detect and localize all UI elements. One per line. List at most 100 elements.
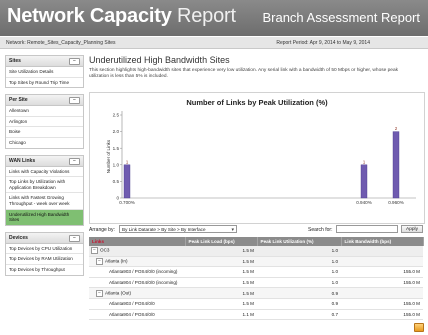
report-title-light: Report [177, 5, 236, 27]
table-cell: Atlanta903 / POS4/0/0 (incoming) [89, 266, 185, 278]
table-cell: 1.0 [257, 256, 341, 268]
y-tick-label: 2.5 [113, 113, 120, 118]
sidebar-item[interactable]: Top Devices by CPU Utilization [6, 244, 83, 255]
table-cell [341, 287, 423, 299]
table-row[interactable]: Atlanta903 / POS4/0/0 (incoming) 1.5 M 1.0… [89, 266, 423, 278]
sidebar-item[interactable]: Top Links by Utilization with Applicatio… [6, 177, 83, 194]
table-cell [341, 256, 423, 268]
x-tick-label: 0.700% [119, 200, 135, 205]
collapse-icon[interactable]: − [69, 157, 80, 165]
report-period: Report Period: Apr 9, 2014 to May 9, 201… [276, 40, 370, 46]
table-cell: 1.5 M [185, 298, 257, 310]
sidebar-section: Devices − Top Devices by CPU Utilization To… [5, 231, 84, 276]
column-header[interactable]: Peak Link Load (bps) [185, 237, 258, 246]
data-label: 1 [363, 159, 366, 164]
table-header-row: Links Peak Link Load (bps) Peak Link Utili… [89, 237, 424, 246]
links-table: Links Peak Link Load (bps) Peak Link Utili… [89, 237, 424, 321]
table-cell: − Atlanta (Out) [89, 287, 185, 299]
group-row[interactable]: − Atlanta (Out) 1.5 M 0.9 [89, 287, 423, 299]
report-frame: Network Capacity Report Branch Assessmen… [0, 0, 428, 335]
sidebar-item[interactable]: Links with Capacity Violations [6, 167, 83, 178]
arrange-select-value: By Link Datarate > By Site > By Interfac… [122, 227, 206, 232]
x-tick-label: 0.960% [388, 200, 404, 205]
table-cell: Atlanta904 / POS4/0/0 (incoming) [89, 277, 185, 289]
table-row[interactable]: Atlanta903 / POS4/0/0 1.5 M 0.9 155.0 M [89, 298, 423, 310]
sidebar-section-header[interactable]: Sites − [6, 56, 83, 67]
table-row[interactable]: Atlanta904 / POS4/0/0 (incoming) 1.5 M 1.0… [89, 277, 423, 289]
link-name: Atlanta904 / POS4/0/0 (incoming) [109, 280, 178, 286]
sidebar-section-header[interactable]: WAN Links − [6, 155, 83, 167]
table-cell: 155.0 M [341, 266, 423, 278]
column-header[interactable]: Links [89, 237, 186, 246]
sidebar-section-header[interactable]: Devices − [6, 232, 83, 244]
sidebar-item[interactable]: Underutilized High Bandwidth Sites [6, 209, 83, 225]
sidebar-item[interactable]: Boise [6, 127, 83, 138]
sidebar-item[interactable]: Top Devices by RAM Utilization [6, 254, 83, 265]
column-header[interactable]: Peak Link Utilization (%) [257, 237, 342, 246]
network-breadcrumb: Network: Remote_Sites_Capacity_Planning … [6, 40, 116, 46]
search-label: Search for: [308, 227, 333, 233]
report-subtitle: Branch Assessment Report [262, 10, 420, 25]
sidebar-section-title: WAN Links [9, 157, 36, 164]
table-cell: 1.5 M [185, 266, 257, 278]
data-label: 2 [395, 126, 398, 131]
table-controls: Arrange by: By Link Datarate > By Site >… [89, 225, 425, 235]
report-title-strong: Network Capacity [7, 5, 172, 27]
export-icon[interactable] [414, 323, 424, 332]
table-row[interactable]: Atlanta904 / POS4/0/0 1.1 M 0.7 155.0 M [89, 309, 423, 321]
table-cell: 155.0 M [341, 298, 423, 310]
table-cell: 0.7 [257, 309, 341, 321]
y-tick-label: 2.0 [113, 129, 120, 134]
sidebar-item[interactable]: Links with Fastest Growing Throughput - … [6, 193, 83, 210]
sidebar: Sites − Site Utilization Details Top Sites … [5, 55, 84, 282]
table-cell: 1.5 M [185, 246, 257, 257]
collapse-icon[interactable]: − [96, 257, 103, 265]
table-cell: − OC3 [89, 246, 185, 257]
sidebar-item[interactable]: Top Devices by Throughput [6, 265, 83, 275]
collapse-icon[interactable]: − [91, 247, 98, 255]
main-content: Underutilized High Bandwidth Sites This … [89, 55, 425, 80]
info-bar: Network: Remote_Sites_Capacity_Planning … [0, 37, 428, 49]
section-description: This section highlights high-bandwidth s… [89, 68, 399, 79]
group-row[interactable]: − OC3 1.5 M 1.0 [89, 246, 423, 257]
table-cell: − Atlanta (In) [89, 256, 185, 268]
sidebar-section-title: Per Site [9, 97, 28, 104]
collapse-icon[interactable]: − [69, 234, 80, 242]
y-tick-label: 1.5 [113, 146, 120, 151]
table-cell: Atlanta903 / POS4/0/0 [89, 298, 185, 310]
chevron-down-icon: ▾ [231, 227, 234, 233]
table-cell: 1.1 M [185, 309, 257, 321]
table-cell: 1.5 M [185, 287, 257, 299]
bar [392, 131, 400, 199]
table-cell: 0.9 [257, 298, 341, 310]
collapse-icon[interactable]: − [69, 97, 80, 105]
arrange-select[interactable]: By Link Datarate > By Site > By Interfac… [119, 225, 237, 233]
sidebar-item[interactable]: Chicago [6, 138, 83, 148]
apply-button[interactable]: Apply [401, 225, 423, 233]
search-input[interactable] [336, 225, 398, 233]
table-cell: 155.0 M [341, 309, 423, 321]
arrange-label: Arrange by: [89, 227, 115, 233]
link-name: Atlanta904 / POS4/0/0 [109, 311, 155, 317]
sidebar-section: Per Site − Allentown Arlington Boise Chicago [5, 94, 84, 149]
x-tick-label: 0.940% [356, 200, 372, 205]
table-cell [341, 246, 423, 257]
group-row[interactable]: − Atlanta (In) 1.5 M 1.0 [89, 256, 423, 268]
y-tick-label: 1.0 [113, 162, 120, 167]
sidebar-item[interactable]: Arlington [6, 117, 83, 128]
sidebar-section-title: Sites [9, 58, 21, 64]
collapse-icon[interactable]: − [69, 58, 80, 65]
sidebar-item[interactable]: Allentown [6, 106, 83, 117]
link-name: Atlanta903 / POS4/0/0 (incoming) [109, 269, 178, 275]
table-cell: Atlanta904 / POS4/0/0 [89, 309, 185, 321]
sidebar-item[interactable]: Top Sites by Round Trip Time [6, 78, 83, 88]
link-name: Atlanta903 / POS4/0/0 [109, 301, 155, 307]
sidebar-section-header[interactable]: Per Site − [6, 95, 83, 107]
report-title: Network Capacity Report [7, 5, 236, 28]
collapse-icon[interactable]: − [96, 289, 103, 297]
column-header[interactable]: Link Bandwidth (bps) [341, 237, 424, 246]
table-cell: 1.0 [257, 266, 341, 278]
table-cell: 0.9 [257, 287, 341, 299]
y-axis-title: Number of Links [106, 139, 111, 173]
sidebar-item[interactable]: Site Utilization Details [6, 67, 83, 78]
